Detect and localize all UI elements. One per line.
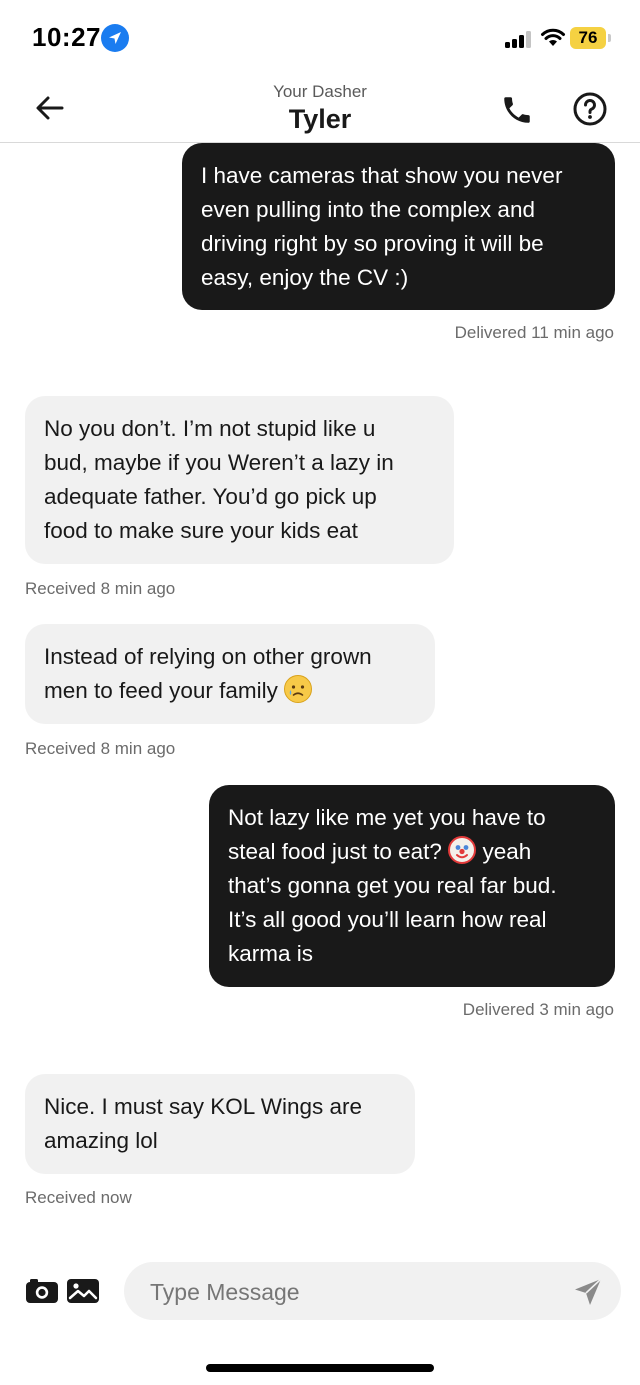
header-subtitle: Your Dasher xyxy=(273,82,367,101)
message-line: Nice. I must say KOL Wings are xyxy=(44,1094,363,1119)
send-button[interactable] xyxy=(572,1276,604,1308)
message-line: food to make sure your kids eat xyxy=(44,518,358,543)
phone-icon xyxy=(504,97,530,123)
battery-indicator: 76 xyxy=(570,27,606,49)
dasher-name: Tyler xyxy=(288,104,352,134)
message-line: men to feed your family xyxy=(44,678,278,703)
battery-percent: 76 xyxy=(578,28,598,47)
home-indicator xyxy=(206,1364,434,1372)
message-status: Received now xyxy=(25,1188,132,1207)
status-time: 10:27 xyxy=(32,22,101,52)
message-status: Delivered 3 min ago xyxy=(462,1000,614,1019)
message-bubble-outgoing[interactable]: I have cameras that show you never even … xyxy=(182,143,615,310)
message-status: Received 8 min ago xyxy=(25,579,176,598)
message-line: Not lazy like me yet you have to xyxy=(228,805,546,830)
status-bar: 10:27 76 xyxy=(0,0,640,76)
camera-icon xyxy=(26,1279,58,1303)
message-input-container xyxy=(124,1262,621,1322)
location-arrow-icon xyxy=(101,24,129,52)
clown-face-emoji xyxy=(448,836,477,864)
message-bubble-incoming[interactable]: No you don’t. I’m not stupid like u bud,… xyxy=(25,396,454,564)
message-line: It’s all good you’ll learn how real xyxy=(228,907,547,932)
message-bubble-incoming[interactable]: Nice. I must say KOL Wings are amazing l… xyxy=(25,1074,415,1174)
help-button[interactable] xyxy=(572,91,608,127)
sad-tear-face-emoji xyxy=(284,675,313,703)
message-line: amazing lol xyxy=(44,1128,158,1153)
message-line: even pulling into the complex and xyxy=(201,197,535,222)
message-status: Delivered 11 min ago xyxy=(454,323,614,342)
message-line-with-emoji: men to feed your family xyxy=(44,674,417,708)
message-status: Received 8 min ago xyxy=(25,739,176,758)
call-button[interactable] xyxy=(500,93,534,127)
wifi-icon xyxy=(541,28,565,46)
camera-button[interactable] xyxy=(25,1277,59,1305)
message-line: karma is xyxy=(228,941,314,966)
message-line: adequate father. You’d go pick up xyxy=(44,484,377,509)
message-line: steal food just to eat? xyxy=(228,839,442,864)
message-line: yeah xyxy=(482,839,532,864)
message-line: that’s gonna get you real far bud. xyxy=(228,873,557,898)
message-line-with-emoji: steal food just to eat? yeah xyxy=(228,835,597,869)
image-gallery-icon xyxy=(67,1279,99,1303)
battery-cap xyxy=(608,34,611,42)
message-input[interactable] xyxy=(148,1262,552,1322)
message-bubble-outgoing[interactable]: Not lazy like me yet you have to steal f… xyxy=(209,785,615,987)
message-bubble-incoming[interactable]: Instead of relying on other grown men to… xyxy=(25,624,435,724)
message-line: Instead of relying on other grown xyxy=(44,644,372,669)
message-line: easy, enjoy the CV :) xyxy=(201,265,409,290)
message-line: driving right by so proving it will be xyxy=(201,231,544,256)
cellular-signal-icon xyxy=(505,30,535,48)
message-line: bud, maybe if you Weren’t a lazy in xyxy=(44,450,394,475)
question-circle-icon xyxy=(573,92,607,126)
gallery-button[interactable] xyxy=(66,1277,100,1305)
chat-header: Your Dasher Tyler xyxy=(0,76,640,143)
message-line: I have cameras that show you never xyxy=(201,163,563,188)
message-line: No you don’t. I’m not stupid like u xyxy=(44,416,376,441)
send-arrow-icon xyxy=(575,1278,602,1305)
